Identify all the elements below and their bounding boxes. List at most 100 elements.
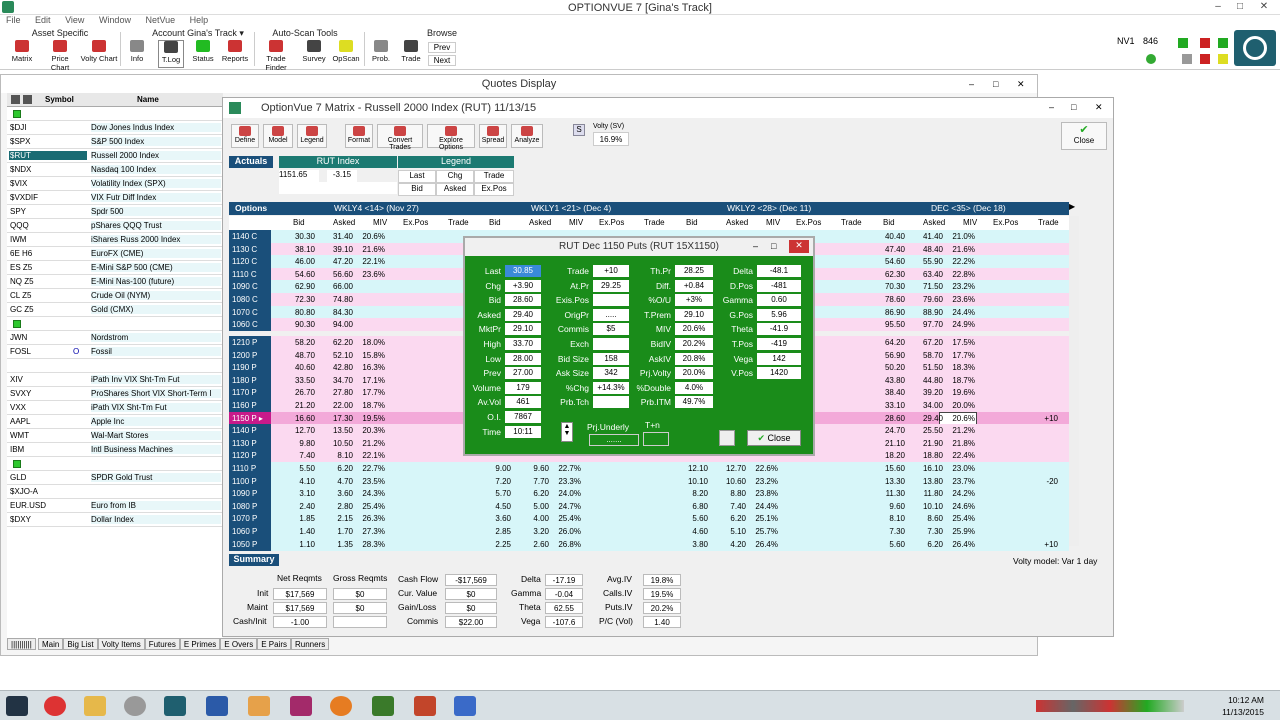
start-windows-icon[interactable]	[6, 696, 28, 716]
quotes-close-icon[interactable]: ✕	[1017, 79, 1025, 90]
time-spinner[interactable]: ▲ ▼	[561, 422, 573, 442]
quote-cell[interactable]: 13.50	[319, 426, 353, 435]
chrome-icon[interactable]	[44, 696, 66, 716]
home-icon[interactable]	[1200, 54, 1210, 64]
quote-cell[interactable]: 12.10	[674, 464, 708, 473]
table-row[interactable]: 1050 P 1.10 1.35 28.3% 2.25 2.60 26.8% 3.80 4.20…	[229, 537, 1069, 551]
quote-cell[interactable]: 88.90	[909, 308, 943, 317]
quote-cell[interactable]: 8.80	[712, 489, 746, 498]
volty-s-button[interactable]: S	[573, 124, 585, 136]
quote-cell[interactable]: 24.70	[871, 426, 905, 435]
quote-cell[interactable]: 3.80	[674, 540, 708, 549]
strike-cell[interactable]: 1110 P	[229, 462, 271, 475]
list-item[interactable]: $RUT Russell 2000 Index	[7, 149, 223, 163]
strike-cell[interactable]: 1130 C	[229, 242, 271, 256]
table-row[interactable]: 1100 P 4.10 4.70 23.5% 7.20 7.70 23.3% 10.10 10.…	[229, 474, 1069, 488]
quote-cell[interactable]: 20.6%	[351, 232, 385, 241]
quotes-minimize-icon[interactable]: –	[969, 79, 974, 89]
dialog-field-value[interactable]: 20.6%	[675, 323, 713, 336]
quote-cell[interactable]: 43.80	[871, 376, 905, 385]
quote-cell[interactable]: 24.7%	[547, 502, 581, 511]
quote-cell[interactable]: 84.30	[319, 308, 353, 317]
strike-cell[interactable]: 1140 C	[229, 230, 271, 243]
strike-cell[interactable]: 1170 P	[229, 386, 271, 400]
quote-cell[interactable]: 11.80	[909, 489, 943, 498]
quote-cell[interactable]: 27.3%	[351, 527, 385, 536]
quote-cell[interactable]: 17.7%	[941, 351, 975, 360]
dialog-close-icon[interactable]: ✕	[789, 240, 809, 253]
symbol-cell[interactable]: $VIX	[10, 179, 88, 188]
list-item[interactable]: EUR.USD Euro from IB	[7, 499, 223, 513]
quote-cell[interactable]: 48.40	[909, 245, 943, 254]
quote-cell[interactable]: 74.80	[319, 295, 353, 304]
print-icon[interactable]	[719, 430, 735, 446]
quote-cell[interactable]: 23.0%	[941, 464, 975, 473]
dialog-field-value[interactable]: 49.7%	[675, 396, 713, 409]
quote-cell[interactable]: 17.7%	[351, 388, 385, 397]
symbol-cell[interactable]: $VXDIF	[10, 193, 88, 202]
quote-cell[interactable]: 51.50	[909, 363, 943, 372]
quote-cell[interactable]: 4.00	[515, 514, 549, 523]
list-item[interactable]: $SPX S&P 500 Index	[7, 135, 223, 149]
symbol-cell[interactable]: SVXY	[10, 389, 88, 398]
column-header[interactable]: Asked	[529, 218, 551, 227]
symbol-cell[interactable]: EUR.USD	[10, 501, 88, 510]
dialog-field-value[interactable]: 28.25	[675, 265, 713, 277]
survey-button[interactable]: Survey	[300, 40, 328, 68]
quote-cell[interactable]: 21.6%	[351, 245, 385, 254]
opscan-button[interactable]: OpScan	[332, 40, 360, 68]
dialog-field-value[interactable]: 29.10	[505, 323, 541, 336]
quote-cell[interactable]: 24.0%	[547, 489, 581, 498]
minimize-icon[interactable]: –	[1206, 1, 1230, 13]
quote-cell[interactable]: 5.70	[477, 489, 511, 498]
quote-cell[interactable]: 1.35	[319, 540, 353, 549]
trade-cell[interactable]: -20	[1028, 477, 1058, 486]
quote-cell[interactable]: 6.20	[319, 464, 353, 473]
snowflake-app-icon[interactable]	[454, 696, 476, 716]
dialog-field-value[interactable]: 158	[593, 352, 629, 365]
menu-help[interactable]: Help	[190, 15, 209, 25]
list-item[interactable]: GC Z5 Gold (CMX)	[7, 303, 223, 317]
quote-cell[interactable]: 44.80	[909, 376, 943, 385]
symbol-cell[interactable]: CL Z5	[10, 291, 88, 300]
quote-cell[interactable]: 16.60	[281, 414, 315, 423]
strike-cell[interactable]: 1110 C	[229, 267, 271, 281]
quote-cell[interactable]: 9.80	[281, 439, 315, 448]
quote-cell[interactable]: 3.60	[477, 514, 511, 523]
list-item[interactable]	[7, 317, 223, 331]
table-row[interactable]: 1080 P 2.40 2.80 25.4% 4.50 5.00 24.7% 6.80 7.40…	[229, 499, 1069, 513]
column-header[interactable]: Bid	[489, 218, 501, 227]
quote-cell[interactable]: 24.2%	[941, 489, 975, 498]
tab-big-list[interactable]: Big List	[63, 638, 98, 650]
column-header[interactable]: Trade	[841, 218, 862, 227]
quote-cell[interactable]: 21.10	[871, 439, 905, 448]
dialog-field-value[interactable]: 29.25	[593, 279, 629, 292]
quote-cell[interactable]: 70.30	[871, 282, 905, 291]
tab-e-primes[interactable]: E Primes	[179, 638, 221, 650]
quote-cell[interactable]: 22.7%	[351, 464, 385, 473]
quote-cell[interactable]: 23.3%	[547, 477, 581, 486]
symbol-cell[interactable]: SPY	[10, 207, 88, 216]
quote-cell[interactable]: 63.40	[909, 270, 943, 279]
dialog-field-value[interactable]: 20.8%	[675, 352, 713, 365]
quote-cell[interactable]: 21.20	[281, 401, 315, 410]
strike-cell[interactable]: 1070 C	[229, 305, 271, 319]
list-item[interactable]: ES Z5 E-Mini S&P 500 (CME)	[7, 261, 223, 275]
grid-vscrollbar[interactable]	[1069, 216, 1079, 546]
column-header[interactable]: Bid	[883, 218, 895, 227]
strike-cell[interactable]: 1080 C	[229, 293, 271, 306]
quote-cell[interactable]: 25.50	[909, 426, 943, 435]
quote-cell[interactable]: 42.80	[319, 363, 353, 372]
list-item[interactable]: XIV iPath Inv VIX Sht-Tm Fut	[7, 373, 223, 387]
quote-cell[interactable]: 7.70	[515, 477, 549, 486]
column-header[interactable]: Trade	[644, 218, 665, 227]
quote-cell[interactable]: 4.10	[281, 477, 315, 486]
list-item[interactable]: 6E H6 EuroFX (CME)	[7, 247, 223, 261]
matrix-maximize-icon[interactable]: □	[1071, 102, 1076, 112]
quote-cell[interactable]: 26.4%	[941, 540, 975, 549]
dialog-field-value[interactable]: +14.3%	[593, 381, 629, 394]
strike-cell[interactable]: 1090 P	[229, 487, 271, 501]
trade-button[interactable]: Trade	[398, 40, 424, 68]
quote-cell[interactable]: 66.00	[319, 282, 353, 291]
quote-cell[interactable]: 39.20	[909, 388, 943, 397]
